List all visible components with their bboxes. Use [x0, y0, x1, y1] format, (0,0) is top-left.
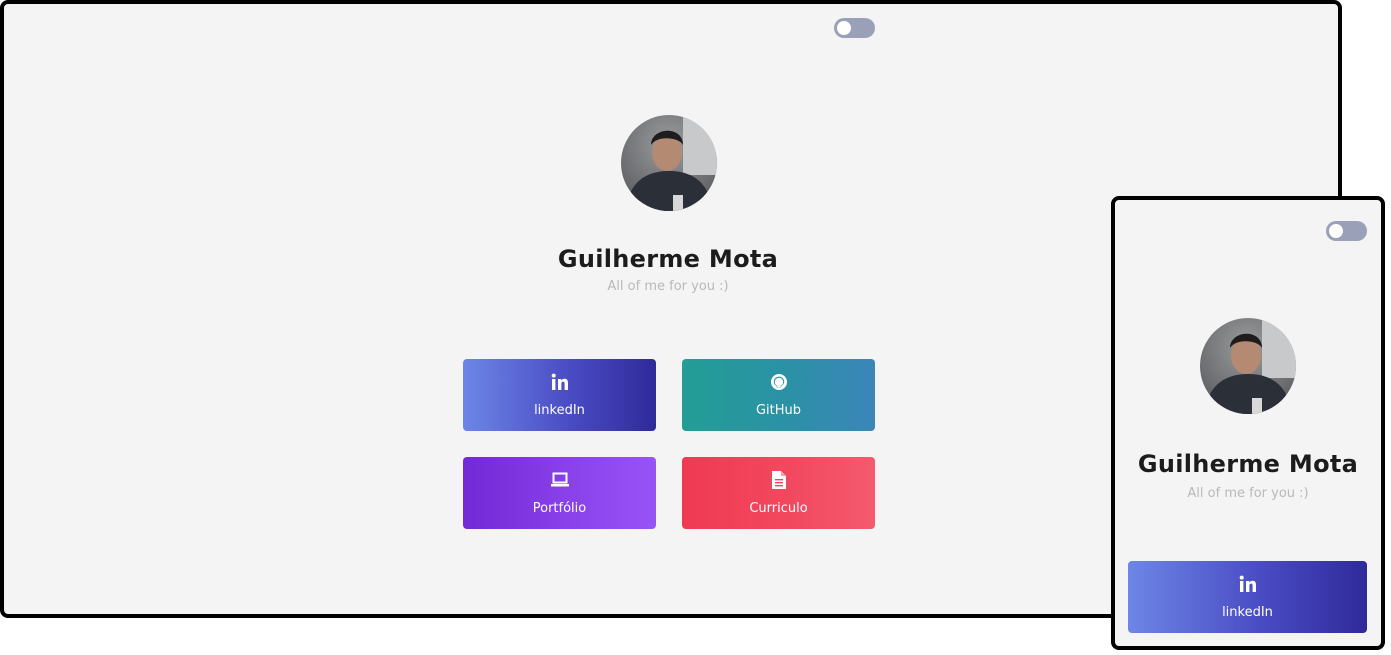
github-button-label: GitHub	[755, 403, 802, 418]
profile-tagline: All of me for you :)	[1187, 486, 1309, 501]
profile-name: Guilherme Mota	[557, 245, 779, 273]
portfolio-button-label: Portfólio	[532, 501, 587, 516]
linkedin-icon	[463, 372, 656, 392]
theme-toggle[interactable]	[834, 18, 875, 38]
github-icon	[682, 372, 875, 392]
avatar	[621, 115, 717, 211]
document-icon	[682, 470, 875, 490]
github-button[interactable]: GitHub	[682, 359, 875, 431]
profile-tagline: All of me for you :)	[607, 279, 729, 294]
profile-name: Guilherme Mota	[1137, 450, 1359, 478]
linkedin-button-label: linkedIn	[1222, 605, 1273, 620]
theme-toggle-knob	[837, 21, 851, 35]
mobile-preview-frame: Guilherme Mota All of me for you :) link…	[1111, 196, 1385, 650]
avatar	[1200, 318, 1296, 414]
linkedin-icon	[1128, 574, 1367, 594]
laptop-icon	[463, 470, 656, 490]
theme-toggle[interactable]	[1326, 221, 1367, 241]
linkedin-button[interactable]: linkedIn	[1128, 561, 1367, 633]
curriculo-button-label: Curriculo	[749, 501, 808, 516]
curriculo-button[interactable]: Curriculo	[682, 457, 875, 529]
theme-toggle-knob	[1329, 224, 1343, 238]
linkedin-button-label: linkedIn	[534, 403, 585, 418]
linkedin-button[interactable]: linkedIn	[463, 359, 656, 431]
portfolio-button[interactable]: Portfólio	[463, 457, 656, 529]
